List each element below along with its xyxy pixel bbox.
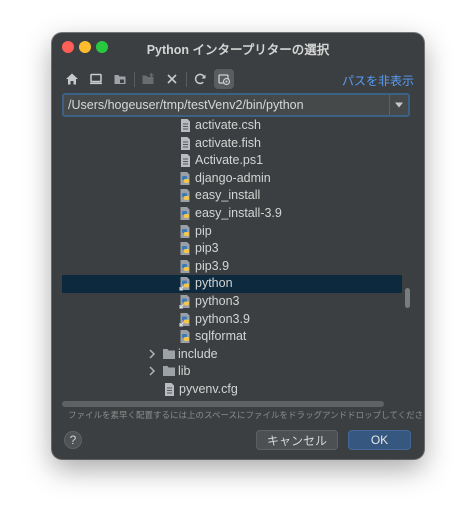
tree-file-row[interactable]: Activate.ps1 (62, 152, 402, 170)
python-symlink-icon (179, 294, 192, 309)
tree-file-row[interactable]: python3.9 (62, 311, 402, 329)
tree-file-row[interactable]: pip3.9 (62, 258, 402, 276)
interpreter-dialog: Python インタープリターの選択 パスを非表示 /Users/hogeuse… (52, 33, 424, 459)
tree-item-label: python3.9 (195, 311, 250, 326)
file-toolbar: パスを非表示 (62, 69, 414, 91)
tree-file-row[interactable]: easy_install-3.9 (62, 205, 402, 223)
tree-item-label: python (195, 276, 233, 291)
python-symlink-icon (179, 276, 192, 291)
tree-file-row[interactable]: pip (62, 223, 402, 241)
tree-item-label: activate.fish (195, 135, 262, 150)
tree-item-label: django-admin (195, 170, 271, 185)
tree-file-row[interactable]: activate.csh (62, 117, 402, 135)
project-folder-button[interactable] (110, 69, 130, 89)
tree-file-row[interactable]: python3 (62, 293, 402, 311)
tree-item-label: lib (178, 364, 191, 379)
tree-file-row[interactable]: django-admin (62, 170, 402, 188)
path-input[interactable] (68, 95, 386, 115)
tree-item-label: activate.csh (195, 118, 262, 132)
delete-button[interactable] (162, 69, 182, 89)
help-button[interactable]: ? (64, 431, 82, 449)
project-folder-icon (114, 75, 126, 84)
tree-folder-row[interactable]: include (62, 346, 402, 364)
text-file-icon (163, 382, 176, 397)
cancel-button[interactable]: キャンセル (256, 430, 338, 450)
python-file-icon (179, 206, 192, 221)
ok-button[interactable]: OK (348, 430, 411, 450)
tree-file-row[interactable]: activate.fish (62, 135, 402, 153)
path-dropdown-button[interactable] (389, 95, 408, 115)
tree-item-label: pip3.9 (195, 258, 230, 273)
drag-drop-hint: ファイルを素早く配置するには上のスペースにファイルをドラッグアンドドロップしてく… (68, 410, 424, 420)
tree-file-row[interactable]: python (62, 275, 402, 293)
path-combobox[interactable] (62, 93, 410, 117)
chevron-down-icon (395, 102, 403, 108)
chevron-right-icon[interactable] (147, 365, 157, 377)
show-hidden-icon (218, 74, 231, 86)
tree-item-label: python3 (195, 294, 240, 308)
python-file-icon (179, 188, 192, 203)
refresh-icon (194, 73, 206, 85)
tree-folder-row[interactable]: lib (62, 363, 402, 381)
tree-item-label: pip3 (195, 241, 219, 256)
folder-icon (162, 364, 175, 379)
tree-item-label: pyvenv.cfg (179, 382, 238, 396)
new-folder-button[interactable] (138, 69, 158, 89)
toolbar-separator (186, 72, 187, 87)
python-symlink-icon (179, 312, 192, 327)
dialog-title: Python インタープリターの選択 (146, 43, 330, 57)
python-file-icon (179, 329, 192, 344)
folder-icon (162, 347, 175, 362)
python-file-icon (179, 171, 192, 186)
toolbar-separator (134, 72, 135, 87)
tree-item-label: easy_install-3.9 (195, 206, 282, 220)
text-file-icon (179, 136, 192, 151)
tree-item-label: Activate.ps1 (195, 153, 264, 168)
vertical-scrollbar[interactable] (405, 288, 410, 308)
desktop-button[interactable] (86, 69, 106, 89)
tree-item-label: pip (195, 223, 212, 238)
refresh-button[interactable] (190, 69, 210, 89)
desktop-icon (90, 73, 102, 85)
text-file-icon (179, 118, 192, 133)
tree-item-label: easy_install (195, 188, 261, 203)
tree-item-label: include (178, 346, 218, 361)
horizontal-scrollbar-thumb[interactable] (62, 401, 384, 407)
show-hidden-files-button[interactable] (214, 69, 234, 89)
new-folder-icon (142, 73, 154, 84)
tree-file-row[interactable]: pip3 (62, 240, 402, 258)
python-file-icon (179, 224, 192, 239)
home-button[interactable] (62, 69, 82, 89)
chevron-right-icon[interactable] (147, 348, 157, 360)
tree-item-label: sqlformat (195, 329, 247, 344)
delete-icon (167, 74, 177, 84)
python-file-icon (179, 241, 192, 256)
tree-file-row[interactable]: sqlformat (62, 328, 402, 346)
python-file-icon (179, 259, 192, 274)
tree-file-row[interactable]: easy_install (62, 187, 402, 205)
horizontal-scrollbar[interactable] (62, 401, 410, 407)
tree-file-row[interactable]: pyvenv.cfg (62, 381, 402, 399)
file-tree[interactable]: activate.csh activate.fish Activate.ps1 dja… (62, 117, 410, 399)
title-bar[interactable]: Python インタープリターの選択 (52, 33, 424, 59)
text-file-icon (179, 153, 192, 168)
hide-path-link[interactable]: パスを非表示 (342, 72, 414, 89)
home-icon (66, 73, 78, 85)
